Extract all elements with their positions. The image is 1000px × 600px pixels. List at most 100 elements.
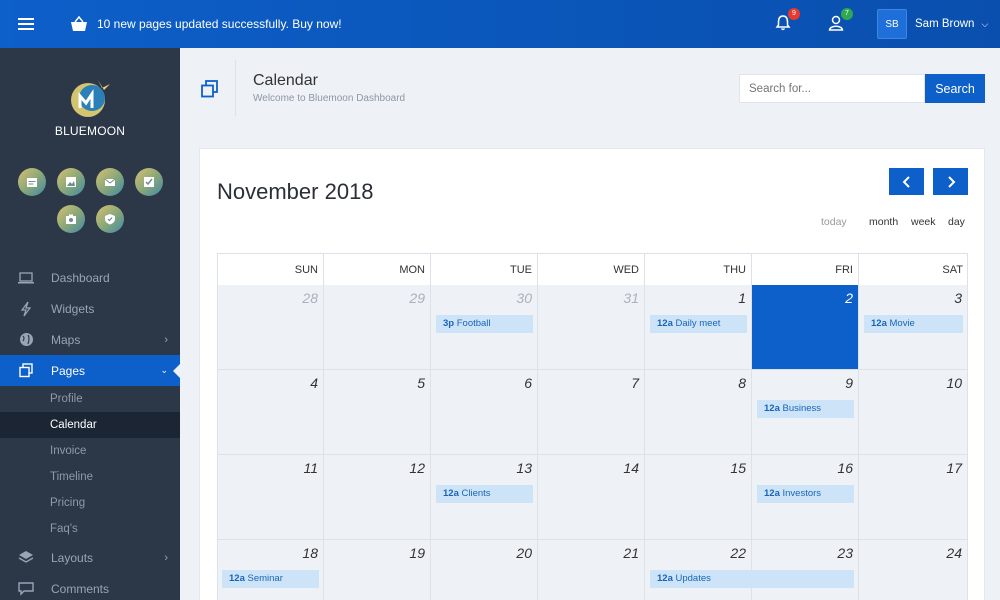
notification-banner[interactable]: 10 new pages updated successfully. Buy n… xyxy=(70,0,342,48)
quick-calendar-button[interactable] xyxy=(18,168,46,196)
day-cell[interactable]: 24 xyxy=(859,540,968,600)
day-number: 15 xyxy=(730,460,746,476)
sidebar-subitem-faqs[interactable]: Faq's xyxy=(0,516,180,542)
sidebar-item-pages[interactable]: Pages ⌄ xyxy=(0,355,181,386)
sidebar-item-maps[interactable]: Maps › xyxy=(0,324,180,355)
next-month-button[interactable] xyxy=(933,168,968,195)
day-cell[interactable]: 21 xyxy=(538,540,645,600)
calendar-event[interactable]: 12a Updates xyxy=(650,570,854,588)
day-number: 16 xyxy=(837,460,853,476)
bluemoon-logo[interactable] xyxy=(68,78,112,118)
users-button[interactable]: 7 xyxy=(827,8,853,34)
brand-name: BLUEMOON xyxy=(54,124,126,138)
day-cell[interactable]: 6 xyxy=(431,370,538,455)
view-month-button[interactable]: month xyxy=(869,216,898,228)
layers-icon xyxy=(18,550,34,566)
day-number: 14 xyxy=(623,460,639,476)
day-number: 24 xyxy=(946,545,962,561)
chevron-down-icon: ⌵ xyxy=(981,18,989,29)
day-number: 5 xyxy=(417,375,425,391)
sidebar-item-layouts[interactable]: Layouts › xyxy=(0,542,180,573)
day-number: 28 xyxy=(302,290,318,306)
page-subtitle: Welcome to Bluemoon Dashboard xyxy=(253,93,406,104)
event-time: 12a xyxy=(443,488,459,499)
search-button[interactable]: Search xyxy=(925,74,985,103)
calendar-event[interactable]: 12a Daily meet xyxy=(650,315,747,333)
notification-text: 10 new pages updated successfully. Buy n… xyxy=(97,17,342,31)
sidebar-subitem-timeline[interactable]: Timeline xyxy=(0,464,180,490)
quick-camera-button[interactable] xyxy=(57,205,85,233)
sidebar-item-comments[interactable]: Comments xyxy=(0,573,180,600)
search-input[interactable] xyxy=(739,74,925,103)
alerts-badge: 9 xyxy=(788,8,800,20)
calendar-month-title: November 2018 xyxy=(217,179,374,204)
day-number: 31 xyxy=(623,290,639,306)
sidebar-subitem-invoice[interactable]: Invoice xyxy=(0,438,180,464)
day-cell[interactable]: 2 xyxy=(752,285,859,370)
user-menu[interactable]: SB Sam Brown ⌵ xyxy=(868,0,1000,48)
quick-image-button[interactable] xyxy=(57,168,85,196)
quick-mail-button[interactable] xyxy=(96,168,124,196)
calendar-event[interactable]: 12a Seminar xyxy=(222,570,319,588)
day-number: 12 xyxy=(409,460,425,476)
calendar-icon xyxy=(27,178,37,187)
quick-tasks-button[interactable] xyxy=(135,168,163,196)
calendar-event[interactable]: 12a Investors xyxy=(757,485,854,503)
sidebar-subitem-pricing[interactable]: Pricing xyxy=(0,490,180,516)
calendar-event[interactable]: 12a Clients xyxy=(436,485,533,503)
day-cell[interactable]: 17 xyxy=(859,455,968,540)
day-number: 17 xyxy=(946,460,962,476)
chevron-left-icon xyxy=(902,175,910,188)
event-time: 12a xyxy=(229,573,245,584)
avatar: SB xyxy=(877,9,907,39)
sidebar-subitem-profile[interactable]: Profile xyxy=(0,386,180,412)
day-cell[interactable]: 31 xyxy=(538,285,645,370)
event-time: 12a xyxy=(871,318,887,329)
calendar-event[interactable]: 3p Football xyxy=(436,315,533,333)
calendar-event[interactable]: 12a Business xyxy=(757,400,854,418)
day-cell[interactable]: 12 xyxy=(324,455,431,540)
day-cell[interactable]: 11 xyxy=(217,455,324,540)
day-cell[interactable]: 19 xyxy=(324,540,431,600)
day-cell[interactable]: 4 xyxy=(217,370,324,455)
top-bar: 10 new pages updated successfully. Buy n… xyxy=(0,0,1000,48)
day-number: 3 xyxy=(954,290,962,306)
event-title: Movie xyxy=(886,318,915,329)
day-cell[interactable]: 14 xyxy=(538,455,645,540)
weekday-label: THU xyxy=(645,254,752,286)
users-badge: 7 xyxy=(841,8,853,20)
event-time: 12a xyxy=(657,318,673,329)
sidebar-item-label: Maps xyxy=(51,332,81,347)
sidebar-item-label: Pages xyxy=(51,363,86,378)
quick-shield-button[interactable] xyxy=(96,205,124,233)
sidebar-item-widgets[interactable]: Widgets xyxy=(0,293,180,324)
view-today-button[interactable]: today xyxy=(821,216,847,228)
day-cell[interactable]: 29 xyxy=(324,285,431,370)
calendar-event[interactable]: 12a Movie xyxy=(864,315,963,333)
day-cell[interactable]: 20 xyxy=(431,540,538,600)
view-week-button[interactable]: week xyxy=(911,216,936,228)
day-cell[interactable]: 8 xyxy=(645,370,752,455)
day-number: 11 xyxy=(303,460,318,476)
comment-icon xyxy=(18,581,34,597)
menu-toggle-button[interactable] xyxy=(0,0,52,48)
day-cell[interactable]: 15 xyxy=(645,455,752,540)
day-number: 4 xyxy=(310,375,318,391)
sidebar-subitem-calendar[interactable]: Calendar xyxy=(0,412,180,438)
weekday-label: WED xyxy=(538,254,645,286)
sidebar-item-label: Layouts xyxy=(51,550,94,565)
day-number: 9 xyxy=(845,375,853,391)
day-cell[interactable]: 5 xyxy=(324,370,431,455)
day-number: 13 xyxy=(516,460,532,476)
day-number: 20 xyxy=(516,545,532,561)
sidebar-item-dashboard[interactable]: Dashboard xyxy=(0,262,180,293)
prev-month-button[interactable] xyxy=(889,168,924,195)
bolt-icon xyxy=(18,301,34,317)
view-day-button[interactable]: day xyxy=(948,216,965,228)
day-cell[interactable]: 10 xyxy=(859,370,968,455)
bell-button[interactable]: 9 xyxy=(774,8,800,34)
day-number: 7 xyxy=(631,375,639,391)
sidebar: BLUEMOON Dashboard Widgets Maps › Pages … xyxy=(0,48,181,600)
day-cell[interactable]: 28 xyxy=(217,285,324,370)
day-cell[interactable]: 7 xyxy=(538,370,645,455)
